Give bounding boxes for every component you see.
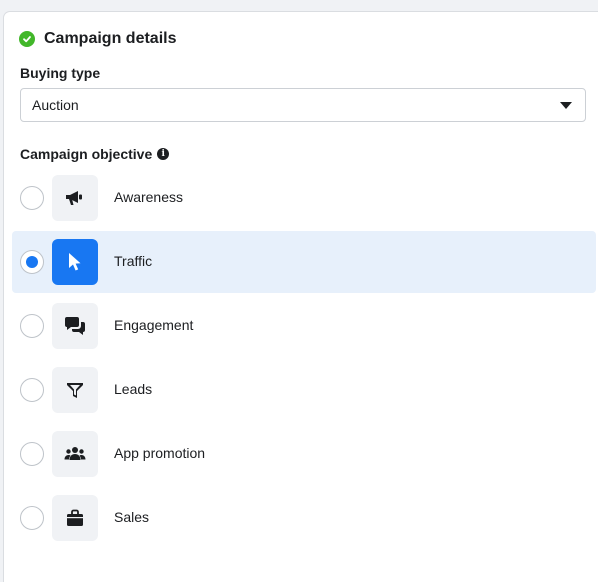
cursor-icon — [52, 239, 98, 285]
radio-sales[interactable] — [20, 506, 44, 530]
megaphone-icon — [52, 175, 98, 221]
funnel-icon — [52, 367, 98, 413]
buying-type-value: Auction — [32, 97, 79, 113]
objective-option-awareness[interactable]: Awareness — [12, 167, 596, 229]
objective-option-engagement[interactable]: Engagement — [12, 295, 596, 357]
radio-engagement[interactable] — [20, 314, 44, 338]
section-header: Campaign details — [19, 29, 176, 49]
objective-option-leads[interactable]: Leads — [12, 359, 596, 421]
objective-option-sales[interactable]: Sales — [12, 487, 596, 549]
info-icon[interactable]: i — [157, 148, 170, 160]
campaign-objective-label: Campaign objective i — [20, 146, 170, 162]
radio-awareness[interactable] — [20, 186, 44, 210]
caret-down-icon — [560, 102, 572, 109]
option-label: Sales — [114, 509, 150, 525]
radio-traffic[interactable] — [20, 250, 44, 274]
people-icon — [52, 431, 98, 477]
option-label: Awareness — [114, 189, 184, 205]
option-label: Leads — [114, 381, 153, 397]
buying-type-label: Buying type — [20, 65, 101, 81]
campaign-objective-text: Campaign objective — [20, 146, 153, 162]
buying-type-select[interactable]: Auction — [20, 88, 586, 122]
section-title: Campaign details — [44, 30, 177, 47]
option-label: Traffic — [114, 253, 153, 269]
objective-option-traffic[interactable]: Traffic — [12, 231, 596, 293]
chat-bubbles-icon — [52, 303, 98, 349]
check-circle-icon — [19, 31, 35, 47]
shopping-bag-icon — [52, 495, 98, 541]
objective-option-app-promotion[interactable]: App promotion — [12, 423, 596, 485]
campaign-details-panel: Campaign details Buying type Auction Cam… — [4, 12, 598, 582]
radio-app-promotion[interactable] — [20, 442, 44, 466]
radio-leads[interactable] — [20, 378, 44, 402]
option-label: Engagement — [114, 317, 194, 333]
option-label: App promotion — [114, 445, 206, 461]
